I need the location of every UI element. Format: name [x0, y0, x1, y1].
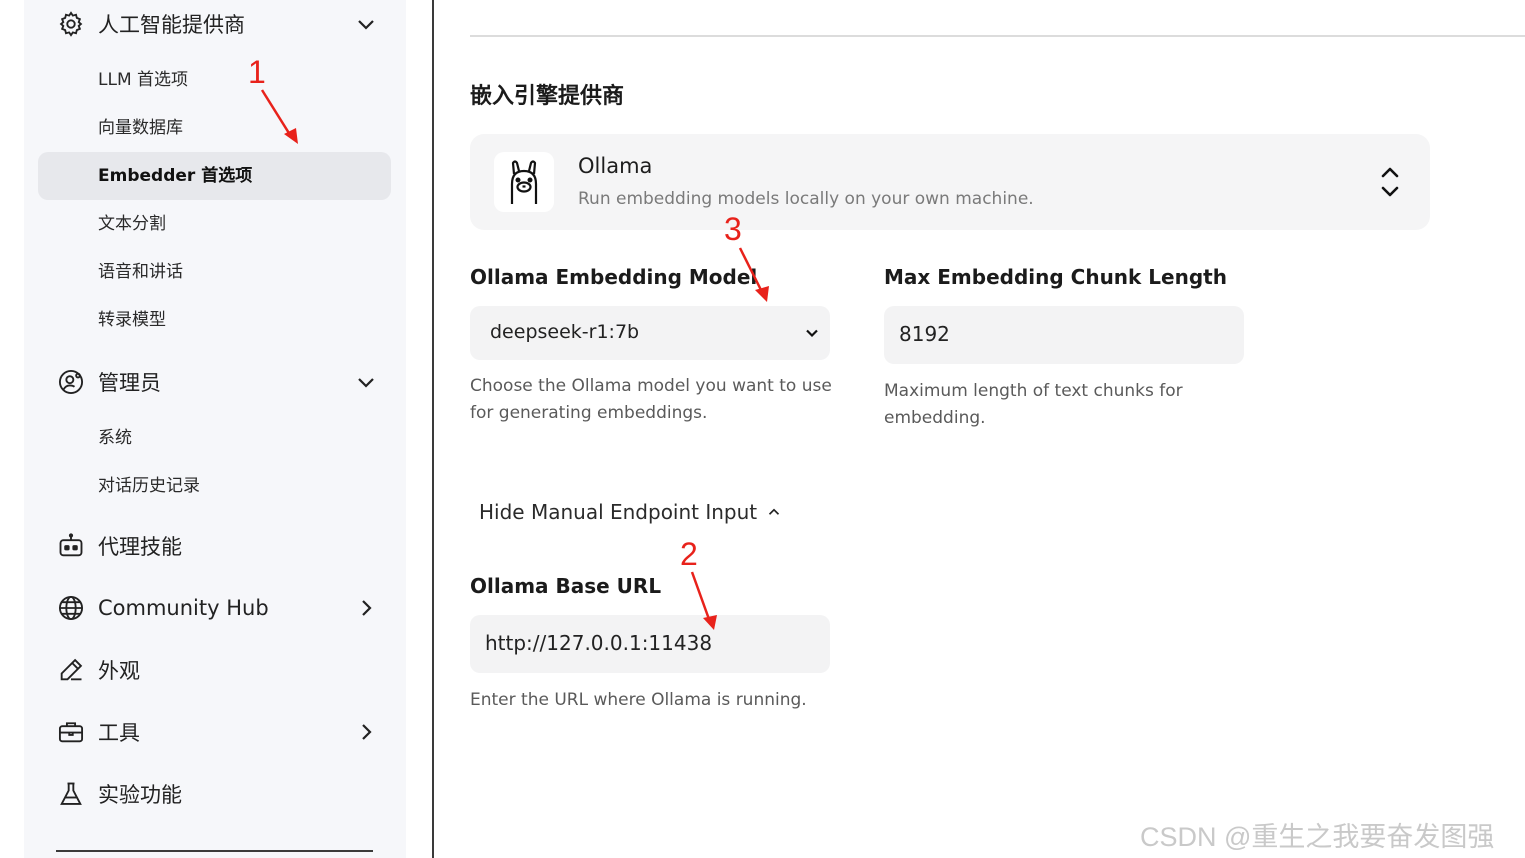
sidebar-group-ai-providers[interactable]: 人工智能提供商: [56, 4, 386, 44]
help-line: embedding.: [884, 408, 986, 428]
embedding-provider-selector[interactable]: Ollama Run embedding models locally on y…: [470, 134, 1430, 230]
sidebar: 人工智能提供商 LLM 首选项 向量数据库 Embedder 首选项 文本分割 …: [0, 0, 406, 858]
watermark: CSDN @重生之我要奋发图强: [1140, 822, 1495, 852]
provider-description: Run embedding models locally on your own…: [578, 189, 1034, 209]
briefcase-icon: [56, 717, 86, 747]
sidebar-item-voice-speech[interactable]: 语音和讲话: [98, 259, 183, 285]
sidebar-footer-divider: [56, 850, 373, 852]
base-url-value: http://127.0.0.1:11438: [485, 631, 713, 655]
annotation-arrow-icon: [690, 571, 717, 630]
sidebar-item-text-splitting[interactable]: 文本分割: [98, 211, 166, 237]
embedding-model-select[interactable]: deepseek-r1:7b: [470, 306, 830, 360]
sidebar-group-tools[interactable]: 工具: [56, 712, 386, 752]
provider-name: Ollama: [578, 154, 653, 178]
help-line: for generating embeddings.: [470, 403, 708, 423]
sidebar-group-label: 外观: [98, 659, 140, 683]
globe-icon: [56, 593, 86, 623]
sidebar-group-label: Community Hub: [98, 596, 269, 620]
sidebar-item-chat-history[interactable]: 对话历史记录: [98, 473, 200, 499]
sidebar-group-experimental[interactable]: 实验功能: [56, 774, 386, 814]
annotation-number: 3: [724, 211, 742, 247]
flask-icon: [56, 779, 86, 809]
sidebar-group-label: 实验功能: [98, 783, 182, 807]
manual-endpoint-toggle-label: Hide Manual Endpoint Input: [479, 500, 758, 524]
sidebar-group-community-hub[interactable]: Community Hub: [56, 588, 386, 628]
sidebar-group-label: 管理员: [98, 371, 161, 395]
annotation-number: 1: [248, 54, 266, 90]
chevron-down-icon[interactable]: [354, 370, 378, 394]
sidebar-item-system[interactable]: 系统: [98, 425, 132, 451]
sidebar-item-vector-database[interactable]: 向量数据库: [98, 115, 183, 141]
sidebar-item-transcription-model[interactable]: 转录模型: [98, 307, 166, 333]
manual-endpoint-toggle[interactable]: Hide Manual Endpoint Input: [479, 500, 783, 524]
chunk-length-label: Max Embedding Chunk Length: [884, 265, 1227, 289]
embedding-model-label: Ollama Embedding Model: [470, 265, 758, 289]
sidebar-main-divider: [432, 0, 434, 858]
sidebar-group-label: 代理技能: [98, 535, 182, 559]
annotation-number: 2: [680, 536, 698, 572]
sidebar-group-label: 人工智能提供商: [98, 13, 245, 37]
base-url-label: Ollama Base URL: [470, 574, 662, 598]
chevron-down-icon: [806, 329, 818, 338]
section-title: 嵌入引擎提供商: [470, 84, 625, 109]
embedding-model-value: deepseek-r1:7b: [490, 321, 640, 343]
annotation-arrow-icon: [260, 89, 298, 144]
sidebar-group-appearance[interactable]: 外观: [56, 650, 386, 690]
chevron-down-icon[interactable]: [354, 12, 378, 36]
header-divider: [470, 35, 1525, 37]
chevron-right-icon[interactable]: [354, 596, 378, 620]
sidebar-group-admin[interactable]: 管理员: [56, 362, 386, 402]
chevron-right-icon[interactable]: [354, 720, 378, 744]
sidebar-margin: [0, 0, 24, 858]
sidebar-item-llm-preference[interactable]: LLM 首选项: [98, 67, 188, 93]
help-line: Choose the Ollama model you want to use: [470, 376, 832, 396]
help-line: Maximum length of text chunks for: [884, 381, 1183, 401]
chevron-up-down-icon[interactable]: [1378, 164, 1402, 200]
robot-icon: [56, 531, 86, 561]
user-gear-icon: [56, 367, 86, 397]
pencil-icon: [56, 655, 86, 685]
llama-icon: [494, 152, 554, 212]
sidebar-group-agent-skills[interactable]: 代理技能: [56, 526, 386, 566]
chunk-length-value: 8192: [899, 322, 950, 346]
sidebar-item-embedder-preference[interactable]: Embedder 首选项: [98, 163, 252, 189]
embedding-model-help: Choose the Ollama model you want to use …: [470, 373, 832, 427]
sidebar-group-label: 工具: [98, 721, 140, 745]
chunk-length-help: Maximum length of text chunks for embedd…: [884, 378, 1183, 432]
chevron-up-icon: [769, 508, 780, 515]
chunk-length-input[interactable]: 8192: [884, 306, 1244, 364]
base-url-input[interactable]: http://127.0.0.1:11438: [470, 615, 830, 673]
annotation-arrow-icon: [738, 247, 769, 302]
gear-icon: [56, 9, 86, 39]
base-url-help: Enter the URL where Ollama is running.: [470, 690, 807, 710]
